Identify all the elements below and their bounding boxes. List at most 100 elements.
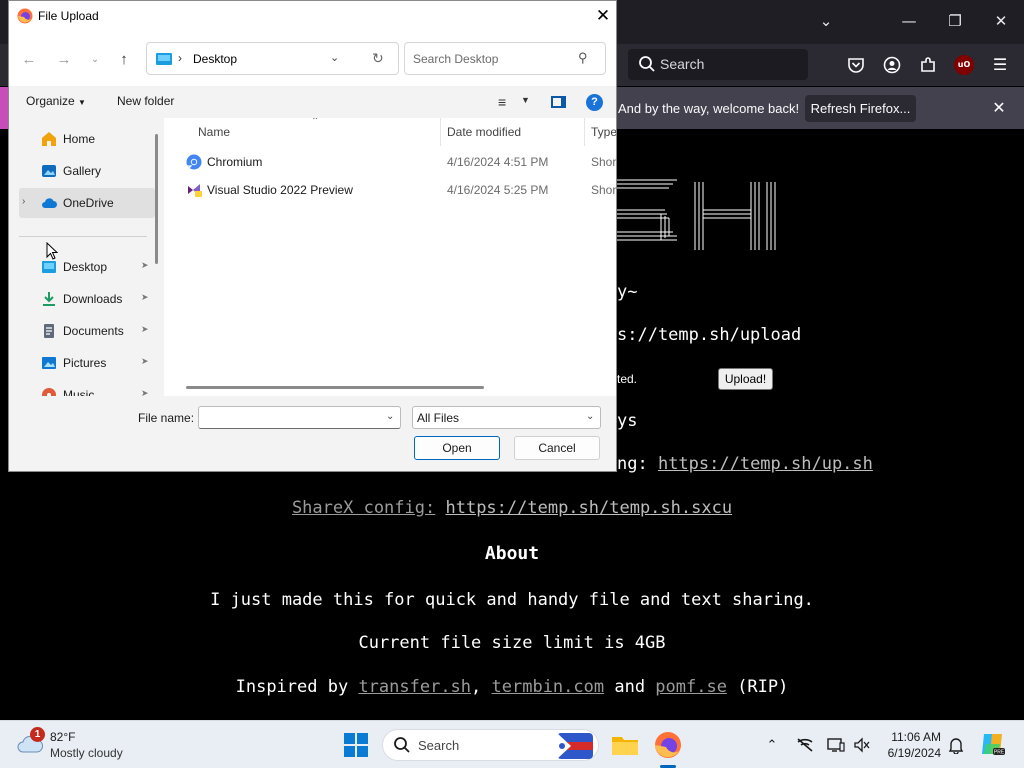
forward-arrow-icon[interactable]: → [53, 49, 75, 71]
organize-dropdown-icon: ▼ [78, 98, 86, 107]
nav-item-gallery[interactable]: Gallery [19, 156, 155, 186]
restore-icon[interactable]: ❐ [940, 8, 970, 34]
network-icon[interactable] [795, 735, 815, 755]
file-name: Chromium [207, 155, 263, 169]
transfer-sh-link[interactable]: transfer.sh [358, 677, 471, 697]
new-folder-button[interactable]: New folder [117, 94, 174, 108]
notification-text: And by the way, welcome back! [618, 101, 800, 116]
music-icon [42, 388, 56, 396]
address-bar[interactable]: › Desktop ⌄ ↻ [146, 42, 399, 75]
search-highlight-icon [557, 733, 593, 759]
nav-item-pictures[interactable]: Pictures ➤ [19, 348, 155, 378]
column-separator[interactable] [584, 118, 585, 146]
sharex-label: ShareX config: [291, 498, 436, 518]
column-header-date[interactable]: Date modified [447, 125, 521, 139]
window-close-icon[interactable]: ✕ [986, 8, 1016, 34]
nav-item-label: Downloads [63, 292, 123, 306]
pocket-icon[interactable] [844, 53, 868, 77]
horizontal-scrollbar[interactable] [186, 386, 484, 389]
command-bar: Organize ▼ New folder ≡ ▼ [9, 86, 616, 118]
file-row-chromium[interactable]: Chromium 4/16/2024 4:51 PM Short [164, 149, 616, 175]
nav-item-documents[interactable]: Documents ➤ [19, 316, 155, 346]
copilot-icon[interactable]: PRE [978, 730, 1006, 758]
nav-item-home[interactable]: Home [19, 124, 155, 154]
file-explorer-icon[interactable] [609, 729, 641, 761]
volume-muted-icon[interactable] [852, 735, 872, 755]
nav-item-onedrive[interactable]: › OneDrive [19, 188, 155, 218]
file-name-dropdown-icon[interactable]: ⌄ [386, 411, 394, 422]
nav-item-music[interactable]: Music ➤ [19, 380, 155, 396]
file-name-input[interactable] [198, 406, 401, 429]
display-icon[interactable] [826, 735, 846, 755]
open-button[interactable]: Open [414, 436, 500, 460]
tray-overflow-chevron-icon[interactable]: ⌃ [762, 735, 782, 755]
pin-icon: ➤ [141, 356, 149, 366]
mouse-cursor-icon [46, 242, 58, 260]
notification-bell-icon[interactable] [946, 735, 966, 755]
preview-pane-icon[interactable] [551, 96, 566, 108]
clock-time[interactable]: 11:06 AM [887, 730, 941, 744]
windows-start-icon[interactable] [344, 733, 368, 757]
inspired-prefix: Inspired by [235, 677, 359, 697]
search-desktop-box[interactable]: Search Desktop ⚲ [404, 42, 606, 75]
upload-button[interactable]: Upload! [718, 368, 773, 390]
file-upload-dialog: File Upload ✕ ← → ⌄ ↑ › Desktop ⌄ ↻ Sear… [8, 0, 617, 472]
curl-line: ng: https://temp.sh/up.sh [617, 454, 873, 474]
organize-button[interactable]: Organize ▼ [26, 94, 86, 108]
dialog-footer: File name: ⌄ All Files ⌄ Open Cancel [9, 396, 616, 471]
up-arrow-icon[interactable]: ↑ [113, 49, 135, 71]
pomf-link[interactable]: pomf.se [655, 677, 727, 697]
file-name: Visual Studio 2022 Preview [207, 183, 353, 197]
nav-item-desktop[interactable]: Desktop ➤ [19, 252, 155, 282]
view-options-icon[interactable]: ≡ [498, 94, 506, 110]
address-history-chevron-icon[interactable]: ⌄ [330, 51, 339, 64]
sharex-config-link[interactable]: https://temp.sh/temp.sh.sxcu [445, 498, 732, 518]
curl-prefix: ng: [617, 454, 658, 474]
nav-item-label: Desktop [63, 260, 108, 274]
clock-date[interactable]: 6/19/2024 [880, 746, 941, 760]
firefox-taskbar-icon[interactable] [652, 729, 684, 761]
nav-item-label: Home [63, 132, 96, 146]
notification-close-icon[interactable]: ✕ [989, 97, 1009, 119]
nav-item-downloads[interactable]: Downloads ➤ [19, 284, 155, 314]
menu-icon[interactable]: ☰ [988, 53, 1012, 77]
refresh-icon[interactable]: ↻ [372, 50, 384, 67]
visual-studio-icon [188, 184, 202, 197]
nav-item-label: Pictures [63, 356, 107, 370]
cancel-button[interactable]: Cancel [514, 436, 600, 460]
recent-locations-chevron-icon[interactable]: ⌄ [84, 49, 106, 71]
file-type-filter-select[interactable]: All Files ⌄ [412, 406, 601, 429]
page-line-2: ys [617, 411, 638, 431]
help-icon[interactable]: ? [586, 94, 603, 111]
inspired-suffix: (RIP) [726, 677, 789, 697]
dialog-close-icon[interactable]: ✕ [592, 5, 614, 27]
minimize-icon[interactable]: — [894, 8, 924, 34]
address-location[interactable]: Desktop [193, 52, 237, 66]
curl-script-link[interactable]: https://temp.sh/up.sh [658, 454, 873, 474]
back-arrow-icon[interactable]: ← [18, 49, 40, 71]
toolbar-search-box[interactable]: Search [628, 49, 808, 80]
column-header-type[interactable]: Type [591, 125, 616, 139]
file-type-filter-value: All Files [417, 411, 460, 425]
taskbar: 1 82°F Mostly cloudy Search ⌃ 11:06 AM 6… [0, 720, 1024, 768]
taskbar-search-box[interactable]: Search [382, 729, 599, 761]
file-type: Short [591, 183, 616, 197]
account-icon[interactable] [880, 53, 904, 77]
file-row-visual-studio[interactable]: Visual Studio 2022 Preview 4/16/2024 5:2… [164, 177, 616, 203]
navigation-pane: Home Gallery › OneDrive Desktop ➤ Downlo… [9, 118, 164, 396]
nav-item-label: Documents [63, 324, 124, 338]
column-separator[interactable] [440, 118, 441, 146]
pin-icon: ➤ [141, 260, 149, 270]
view-dropdown-icon[interactable]: ▼ [521, 95, 530, 105]
extensions-icon[interactable] [916, 53, 940, 77]
dialog-titlebar: File Upload ✕ [9, 1, 616, 32]
refresh-firefox-button[interactable]: Refresh Firefox... [805, 95, 916, 122]
expand-chevron-icon[interactable]: › [22, 196, 25, 207]
nav-scrollbar[interactable] [155, 134, 158, 264]
column-header-name[interactable]: Name [198, 125, 230, 139]
ublock-icon[interactable]: uO [954, 55, 974, 75]
termbin-link[interactable]: termbin.com [492, 677, 605, 697]
home-icon [42, 132, 56, 146]
sharex-line: ShareX config: https://temp.sh/temp.sh.s… [0, 498, 1024, 518]
tab-list-chevron-icon[interactable]: ⌄ [811, 8, 841, 34]
